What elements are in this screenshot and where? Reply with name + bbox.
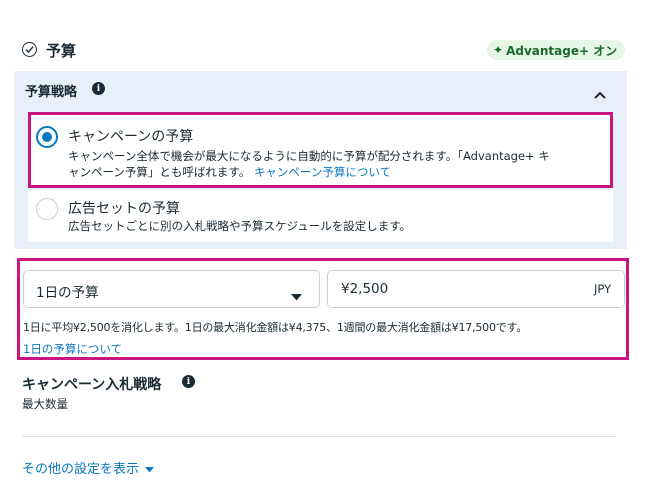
campaign-budget-radio[interactable] — [36, 126, 58, 148]
budget-amount-value: ¥2,500 — [341, 281, 389, 297]
divider — [22, 436, 617, 437]
adset-budget-radio[interactable] — [36, 198, 58, 220]
campaign-budget-desc: キャンペーン全体で機会が最大になるように自動的に予算が配分されます。「Advan… — [68, 149, 550, 179]
chevron-up-icon[interactable] — [594, 84, 606, 103]
advantage-badge: ✦ Advantage+ オン — [487, 40, 626, 60]
advantage-badge-label: Advantage+ オン — [506, 43, 618, 58]
budget-note: 1日に平均¥2,500を消化します。1日の最大消化金額は¥4,375、1週間の最… — [23, 321, 528, 334]
section-title: 予算 — [46, 42, 77, 60]
currency-label: JPY — [594, 282, 612, 296]
budget-type-value: 1日の予算 — [36, 285, 99, 301]
budget-strategy-title: 予算戦略 — [25, 85, 78, 100]
info-icon[interactable]: i — [182, 375, 195, 388]
campaign-budget-link[interactable]: キャンペーン予算について — [254, 165, 391, 179]
sparkle-icon: ✦ — [493, 43, 504, 57]
info-icon[interactable]: i — [92, 82, 105, 95]
bid-strategy-title: キャンペーン入札戦略 — [22, 377, 162, 393]
adset-budget-desc: 広告セットごとに別の入札戦略や予算スケジュールを設定します。 — [68, 219, 412, 233]
caret-down-icon[interactable] — [291, 286, 302, 305]
adset-budget-title: 広告セットの予算 — [68, 201, 180, 217]
check-circle-icon — [22, 42, 37, 57]
bid-strategy-value: 最大数量 — [22, 397, 68, 411]
campaign-budget-title: キャンペーンの予算 — [68, 129, 194, 145]
caret-down-icon — [145, 466, 155, 472]
daily-budget-link[interactable]: 1日の予算について — [23, 341, 122, 357]
show-more-settings-link[interactable]: その他の設定を表示 — [22, 458, 155, 477]
